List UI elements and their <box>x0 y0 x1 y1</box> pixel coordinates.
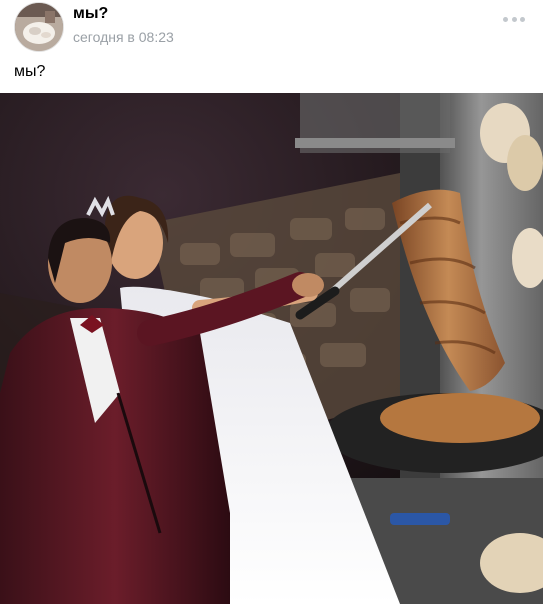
avatar-photo <box>15 3 63 51</box>
post-timestamp[interactable]: сегодня в 08:23 <box>73 29 174 45</box>
wedding-shawarma-photo <box>0 93 543 604</box>
post-header: мы? сегодня в 08:23 <box>0 0 543 55</box>
post-photo[interactable] <box>0 93 543 604</box>
dot-1 <box>503 16 508 22</box>
author-avatar[interactable] <box>14 2 64 52</box>
author-name[interactable]: мы? <box>73 5 108 23</box>
more-horizontal-icon[interactable] <box>503 15 525 23</box>
dot-3 <box>520 16 525 22</box>
post-text: мы? <box>14 63 46 80</box>
dot-2 <box>511 16 517 22</box>
